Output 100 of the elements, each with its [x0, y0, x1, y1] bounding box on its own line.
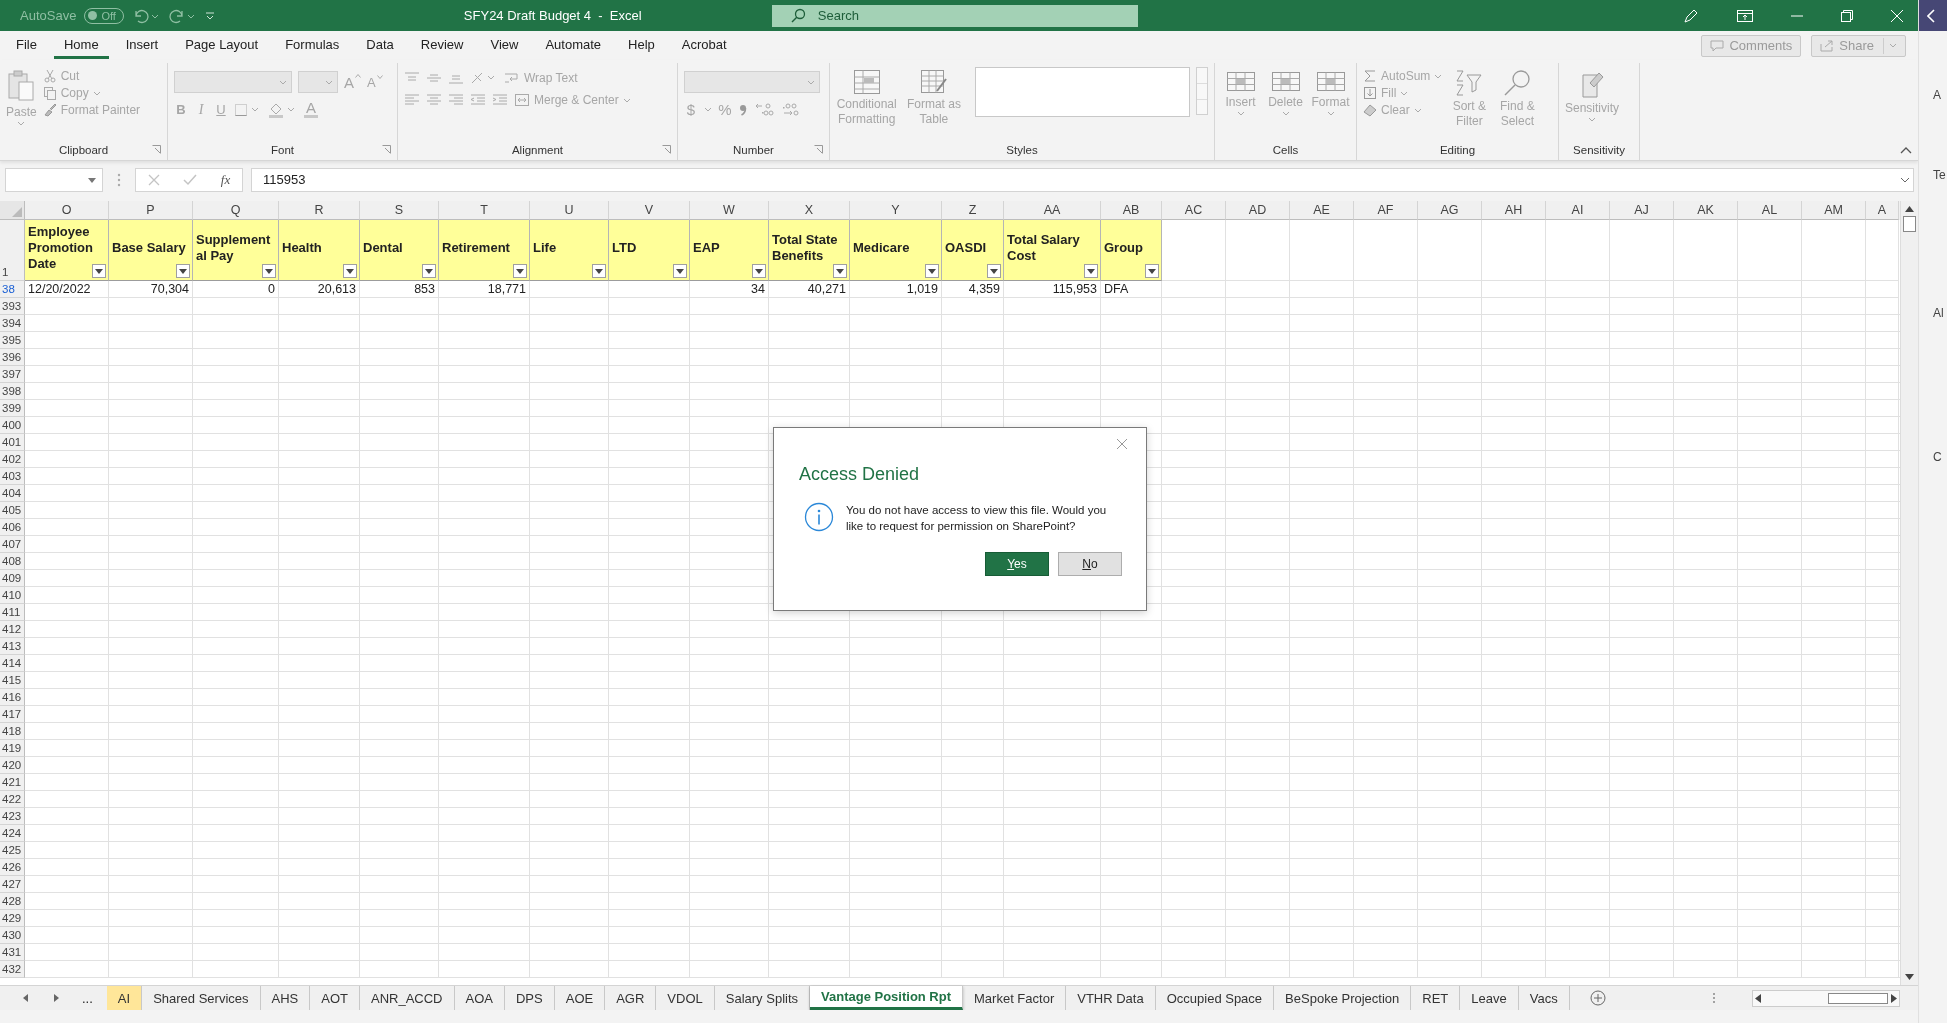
horizontal-scrollbar[interactable]	[1752, 989, 1900, 1007]
column-header[interactable]: AL	[1738, 201, 1802, 220]
row-number[interactable]: 399	[0, 400, 25, 417]
row-number[interactable]: 418	[0, 723, 25, 740]
column-header[interactable]: AG	[1418, 201, 1482, 220]
filter-button[interactable]	[833, 264, 847, 278]
column-header[interactable]: AK	[1674, 201, 1738, 220]
row-number[interactable]: 406	[0, 519, 25, 536]
row-number[interactable]: 413	[0, 638, 25, 655]
row-number[interactable]: 408	[0, 553, 25, 570]
column-header[interactable]: A	[1866, 201, 1899, 220]
search-field[interactable]: Search	[771, 4, 1138, 27]
row-number[interactable]: 427	[0, 876, 25, 893]
row-number[interactable]: 429	[0, 910, 25, 927]
filter-button[interactable]	[987, 264, 1001, 278]
row-number[interactable]: 410	[0, 587, 25, 604]
column-header[interactable]: O	[25, 201, 109, 220]
scroll-up-icon[interactable]	[1905, 206, 1914, 212]
formula-input[interactable]: 115953	[251, 168, 1914, 192]
scroll-left-icon[interactable]	[1755, 993, 1761, 1003]
ribbon-tab[interactable]: View	[480, 32, 529, 59]
column-header[interactable]: V	[609, 201, 690, 220]
redo-icon[interactable]	[167, 7, 196, 24]
scrollbar-thumb[interactable]	[1828, 992, 1888, 1004]
row-number[interactable]: 415	[0, 672, 25, 689]
row-number[interactable]: 416	[0, 689, 25, 706]
row-number[interactable]: 403	[0, 468, 25, 485]
filter-button[interactable]	[92, 264, 106, 278]
row-number[interactable]: 396	[0, 349, 25, 366]
column-header[interactable]: T	[439, 201, 530, 220]
filter-button[interactable]	[925, 264, 939, 278]
row-number[interactable]: 400	[0, 417, 25, 434]
chevron-left-icon[interactable]	[1927, 8, 1935, 23]
cancel-icon[interactable]	[147, 174, 160, 186]
ribbon-tab[interactable]: Acrobat	[671, 32, 737, 59]
row-number[interactable]: 426	[0, 859, 25, 876]
row-number[interactable]: 1	[0, 220, 25, 281]
ribbon-tab[interactable]: Formulas	[275, 32, 350, 59]
filter-button[interactable]	[262, 264, 276, 278]
column-header[interactable]: Y	[850, 201, 942, 220]
column-header[interactable]: AA	[1004, 201, 1101, 220]
column-header[interactable]: R	[279, 201, 360, 220]
row-number[interactable]: 417	[0, 706, 25, 723]
column-header[interactable]: X	[769, 201, 850, 220]
row-number[interactable]: 401	[0, 434, 25, 451]
row-number[interactable]: 398	[0, 383, 25, 400]
ribbon-tab[interactable]: Review	[410, 32, 474, 59]
splitter-handle-icon[interactable]	[1712, 992, 1716, 1004]
column-header[interactable]: AF	[1354, 201, 1418, 220]
vertical-scrollbar[interactable]	[1900, 201, 1918, 985]
column-header[interactable]: Q	[193, 201, 279, 220]
row-number[interactable]: 402	[0, 451, 25, 468]
name-box[interactable]	[5, 168, 103, 192]
row-number[interactable]: 430	[0, 927, 25, 944]
row-number[interactable]: 407	[0, 536, 25, 553]
row-number[interactable]: 411	[0, 604, 25, 621]
row-number[interactable]: 422	[0, 791, 25, 808]
row-number[interactable]: 412	[0, 621, 25, 638]
restore-icon[interactable]	[1840, 8, 1854, 23]
column-header[interactable]: AJ	[1610, 201, 1674, 220]
row-number[interactable]: 393	[0, 298, 25, 315]
row-number[interactable]: 428	[0, 893, 25, 910]
column-header[interactable]: AH	[1482, 201, 1546, 220]
ribbon-tab[interactable]: Help	[618, 32, 665, 59]
row-number[interactable]: 420	[0, 757, 25, 774]
scroll-right-icon[interactable]	[1891, 993, 1897, 1003]
column-header[interactable]: Z	[942, 201, 1004, 220]
ribbon-tab[interactable]: Page Layout	[175, 32, 269, 59]
row-number[interactable]: 404	[0, 485, 25, 502]
ribbon-display-icon[interactable]	[1736, 7, 1754, 24]
scroll-down-icon[interactable]	[1905, 974, 1914, 980]
close-icon[interactable]	[1116, 438, 1128, 450]
sheet-tab[interactable]: AI	[106, 986, 143, 1010]
checkmark-icon[interactable]	[183, 174, 198, 186]
filter-button[interactable]	[673, 264, 687, 278]
dialog-button[interactable]: No	[1058, 552, 1122, 576]
row-number[interactable]: 419	[0, 740, 25, 757]
row-number[interactable]: 414	[0, 655, 25, 672]
column-header[interactable]: W	[690, 201, 769, 220]
insert-function-button[interactable]: fx	[220, 172, 231, 188]
previous-sheet-icon[interactable]	[22, 994, 30, 1002]
filter-button[interactable]	[513, 264, 527, 278]
column-header[interactable]: S	[360, 201, 439, 220]
ribbon-tab[interactable]: Automate	[535, 32, 612, 59]
column-header[interactable]: AI	[1546, 201, 1610, 220]
row-number[interactable]: 395	[0, 332, 25, 349]
ribbon-tab[interactable]: Data	[356, 32, 404, 59]
row-number[interactable]: 397	[0, 366, 25, 383]
row-number[interactable]: 423	[0, 808, 25, 825]
next-sheet-icon[interactable]	[52, 994, 60, 1002]
column-header[interactable]: U	[530, 201, 609, 220]
row-number[interactable]: 405	[0, 502, 25, 519]
column-header[interactable]: AM	[1802, 201, 1866, 220]
column-header[interactable]: AE	[1290, 201, 1354, 220]
dialog-button[interactable]: Yes	[985, 552, 1049, 576]
filter-button[interactable]	[422, 264, 436, 278]
scrollbar-thumb[interactable]	[1903, 216, 1916, 232]
sheet-tab[interactable]: Vantage Position Rpt	[810, 986, 964, 1010]
row-number[interactable]: 431	[0, 944, 25, 961]
column-header[interactable]: AD	[1226, 201, 1290, 220]
